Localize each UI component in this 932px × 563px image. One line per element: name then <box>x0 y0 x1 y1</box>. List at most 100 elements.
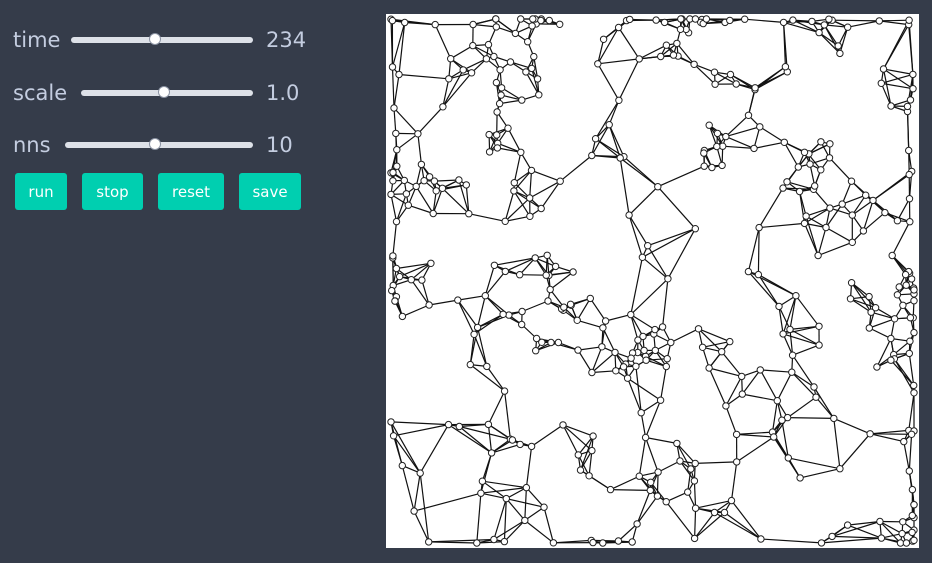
graph-node <box>594 60 602 68</box>
time-slider-knob[interactable] <box>148 33 161 45</box>
graph-node <box>788 368 796 376</box>
graph-node <box>877 534 886 542</box>
graph-edge <box>908 434 913 472</box>
graph-node <box>614 23 623 32</box>
graph-node <box>517 15 525 23</box>
graph-node <box>792 292 800 300</box>
graph-node <box>902 281 910 289</box>
graph-node <box>690 477 699 485</box>
graph-edge <box>817 227 827 256</box>
graph-node <box>619 363 628 371</box>
graph-node <box>425 301 433 309</box>
graph-node <box>532 347 540 355</box>
graph-node <box>588 151 596 160</box>
graph-edge <box>708 367 742 377</box>
graph-edge <box>524 487 527 521</box>
graph-edge <box>608 100 620 125</box>
graph-edge <box>795 295 820 327</box>
graph-edge <box>817 241 853 257</box>
graph-node <box>822 223 830 232</box>
run-button[interactable]: run <box>15 173 67 210</box>
graph-node <box>779 184 787 192</box>
stop-button[interactable]: stop <box>82 173 143 210</box>
graph-node <box>828 532 836 541</box>
graph-edge <box>393 74 400 109</box>
scale-slider[interactable] <box>81 86 253 98</box>
graph-node <box>865 324 873 332</box>
graph-node <box>501 217 509 226</box>
graph-edge <box>618 27 640 60</box>
graph-node <box>425 173 434 181</box>
graph-node <box>732 80 740 88</box>
graph-node <box>905 195 914 203</box>
graph-node <box>508 436 517 444</box>
graph-edge <box>847 524 882 539</box>
graph-node <box>781 63 790 71</box>
graph-edge <box>402 304 430 317</box>
graph-node <box>795 187 804 196</box>
nns-label: nns <box>13 133 51 157</box>
graph-edge <box>393 107 419 135</box>
nns-slider-knob[interactable] <box>149 138 162 150</box>
graph-node <box>789 16 797 24</box>
reset-button[interactable]: reset <box>158 173 224 210</box>
scale-slider-knob[interactable] <box>157 86 170 98</box>
time-slider[interactable] <box>71 33 253 45</box>
graph-edge <box>792 344 820 356</box>
graph-node <box>708 163 716 172</box>
graph-canvas[interactable] <box>386 14 919 548</box>
graph-edge <box>391 22 406 68</box>
save-button[interactable]: save <box>239 173 301 210</box>
graph-node <box>895 283 903 291</box>
graph-node <box>812 393 820 401</box>
graph-edge <box>628 214 643 258</box>
graph-node <box>756 123 764 131</box>
graph-node <box>612 367 620 375</box>
graph-edge <box>665 501 696 539</box>
graph-edge <box>788 457 841 470</box>
graph-node <box>586 294 595 303</box>
graph-node <box>387 190 395 199</box>
graph-node <box>566 300 575 308</box>
graph-edge <box>628 214 649 247</box>
graph-edge <box>529 170 533 199</box>
graph-node <box>465 210 473 218</box>
graph-node <box>741 15 749 23</box>
graph-node <box>395 272 404 281</box>
graph-node <box>427 259 435 268</box>
graph-node <box>387 418 395 426</box>
graph-node <box>687 465 695 473</box>
graph-node <box>429 209 437 218</box>
graph-node <box>651 325 659 334</box>
graph-edge <box>462 58 487 71</box>
graph-node <box>788 351 797 359</box>
graph-node <box>702 15 711 23</box>
graph-node <box>662 362 670 371</box>
graph-edge <box>903 441 910 472</box>
graph-edge <box>908 20 914 75</box>
graph-node <box>826 140 834 148</box>
graph-edge <box>540 180 561 209</box>
graph-node <box>691 15 700 23</box>
graph-edge <box>638 437 647 477</box>
graph-node <box>391 297 399 305</box>
graph-node <box>811 182 819 190</box>
graph-node <box>634 336 642 344</box>
graph-node <box>633 520 641 528</box>
nns-slider[interactable] <box>65 138 253 150</box>
graph-edge <box>619 157 630 216</box>
graph-node <box>663 355 671 363</box>
graph-node <box>516 271 524 279</box>
graph-node <box>466 360 475 369</box>
graph-node <box>499 310 507 318</box>
graph-node <box>865 292 873 301</box>
graph-node <box>710 68 719 76</box>
graph-node <box>483 362 491 371</box>
time-value: 234 <box>266 28 307 52</box>
graph-node <box>903 102 912 111</box>
graph-node <box>551 262 560 271</box>
graph-node <box>496 66 504 74</box>
graph-node <box>518 307 526 316</box>
graph-node <box>490 261 499 270</box>
graph-node <box>698 343 707 351</box>
